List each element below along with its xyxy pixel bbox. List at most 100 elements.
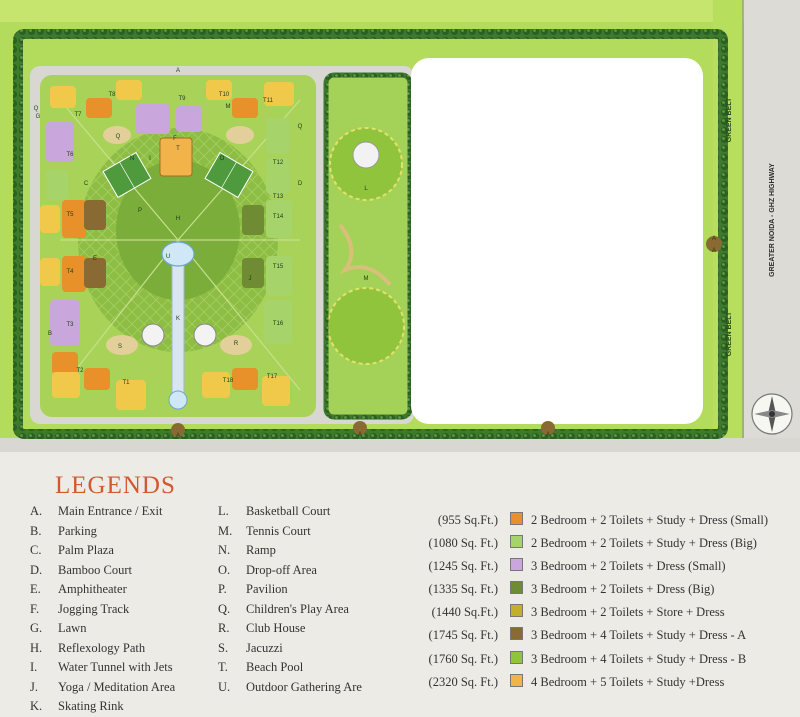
legend-key: R. [218, 621, 230, 635]
tower-label: T12 [273, 160, 284, 166]
tower-label: T4 [66, 269, 74, 275]
area-letter: A [176, 433, 180, 439]
legend-item: S. Jacuzzi [218, 639, 362, 659]
legend-item: Q. Children's Play Area [218, 600, 362, 620]
tower-label: T8 [108, 92, 116, 98]
area-letter: C [84, 181, 89, 187]
legend-label: Yoga / Meditation Area [58, 679, 176, 694]
unit-area: (1245 Sq. Ft.) [428, 559, 498, 574]
legend-key: F. [30, 601, 40, 616]
yoga-dome [352, 141, 380, 169]
legend-label: Palm Plaza [58, 543, 114, 557]
legend-label: Ramp [246, 543, 276, 557]
legend-item: U. Outdoor Gathering Are [218, 678, 362, 698]
unit-label: 2 Bedroom + 2 Toilets + Study + Dress (S… [531, 513, 769, 527]
area-letter: M [364, 276, 369, 282]
legend-key: J. [30, 679, 38, 694]
tower-label: T6 [66, 152, 74, 158]
club-house [159, 137, 193, 177]
legend-label: Drop-off Area [246, 562, 317, 577]
tower-label: T11 [263, 98, 274, 104]
tower-label: T14 [273, 214, 284, 220]
unit-type-legend: (955 Sq.Ft.) 2 Bedroom + 2 Toilets + Stud… [398, 509, 768, 694]
pavilion-left [141, 323, 165, 347]
legend-key: E. [30, 582, 41, 596]
tower-label: T17 [267, 374, 278, 380]
area-letter: P [138, 208, 142, 214]
legend-label: Jogging Track [58, 601, 130, 616]
pavilion-right [193, 323, 217, 347]
unit-area: (2320 Sq. Ft.) [428, 674, 498, 689]
area-letter: N [130, 156, 134, 162]
area-letter: U [166, 254, 170, 260]
unit-type-row: (1335 Sq. Ft.) 3 Bedroom + 2 Toilets + Dr… [398, 578, 768, 601]
unit-label: 3 Bedroom + 2 Toilets + Dress (Big) [531, 582, 715, 597]
unit-label: 3 Bedroom + 2 Toilets + Dress (Small) [531, 559, 726, 574]
legend-key: L. [218, 504, 229, 518]
legend-key: H. [30, 640, 43, 655]
legend-item: B. Parking [30, 522, 175, 542]
legend-label: Jacuzzi [246, 640, 283, 655]
legend-key: A. [30, 504, 43, 518]
legend-item: D. Bamboo Court [30, 561, 175, 581]
unit-type-row: (1080 Sq. Ft.) 2 Bedroom + 2 Toilets + St… [398, 532, 768, 555]
unit-label: 3 Bedroom + 4 Toilets + Study + Dress - … [531, 651, 747, 666]
top-band [0, 0, 800, 22]
legend-item: K. Skating Rink [30, 697, 175, 717]
legend-key: I. [30, 660, 38, 674]
tower-label: T9 [178, 96, 186, 102]
legend-item: T. Beach Pool [218, 658, 362, 678]
tower-label: T18 [223, 378, 234, 384]
unit-swatch [510, 581, 523, 595]
legend-key: B. [30, 523, 42, 538]
unit-swatch [510, 627, 523, 641]
area-letter: B [48, 331, 52, 337]
unit-area: (1745 Sq. Ft.) [428, 628, 498, 643]
bottom-road [0, 438, 800, 452]
tower-label: T7 [74, 112, 82, 118]
unit-area: (955 Sq.Ft.) [437, 513, 498, 527]
area-letter: Q [298, 124, 303, 130]
legend-item: O. Drop-off Area [218, 561, 362, 581]
legend-item: I. Water Tunnel with Jets [30, 658, 175, 678]
area-letter: M [226, 104, 231, 110]
legend-label: Main Entrance / Exit [58, 504, 163, 518]
blank-parcel [411, 58, 703, 424]
tower-label: T10 [219, 92, 230, 98]
legend-key: O. [218, 562, 231, 577]
legend-label: Bamboo Court [58, 562, 132, 577]
legend-key: K. [30, 699, 43, 713]
tower-label: T2 [76, 368, 84, 374]
tower-label: T15 [273, 264, 284, 270]
area-letter: A [176, 68, 180, 74]
unit-area: (1335 Sq. Ft.) [428, 582, 498, 597]
unit-swatch [510, 558, 523, 572]
site-plan-map: GREEN BELT GREEN BELT GREATER NOIDA - GH… [0, 0, 800, 452]
area-letter: A [546, 432, 550, 438]
legend-label: Amphitheater [58, 582, 127, 596]
area-letter: H [176, 216, 180, 222]
legend-label: Beach Pool [246, 660, 304, 674]
legend-label: Tennis Court [246, 523, 311, 538]
legend-label: Pavilion [246, 582, 288, 596]
legend-label: Basketball Court [246, 504, 331, 518]
area-letter: G [36, 114, 41, 120]
legend-item: F. Jogging Track [30, 600, 175, 620]
area-letter: Q [34, 106, 39, 112]
unit-label: 4 Bedroom + 5 Toilets + Study +Dress [531, 674, 725, 689]
unit-swatch [510, 604, 523, 618]
play-area-ne [226, 126, 254, 144]
unit-label: 2 Bedroom + 2 Toilets + Study + Dress (B… [531, 536, 757, 551]
site-plan-svg: GREEN BELT GREEN BELT GREATER NOIDA - GH… [0, 0, 800, 452]
legend-item: J. Yoga / Meditation Area [30, 678, 175, 698]
legend-key: S. [218, 640, 229, 655]
legend-label: Club House [246, 621, 306, 635]
legend-item: P. Pavilion [218, 580, 362, 600]
legend-item: C. Palm Plaza [30, 541, 175, 561]
green-belt-label-bottom: GREEN BELT [726, 311, 733, 356]
legend-item: M. Tennis Court [218, 522, 362, 542]
area-letter: E [93, 256, 97, 262]
legend-key: D. [30, 562, 43, 577]
green-belt-label-top: GREEN BELT [726, 97, 733, 142]
unit-swatch [510, 650, 523, 664]
